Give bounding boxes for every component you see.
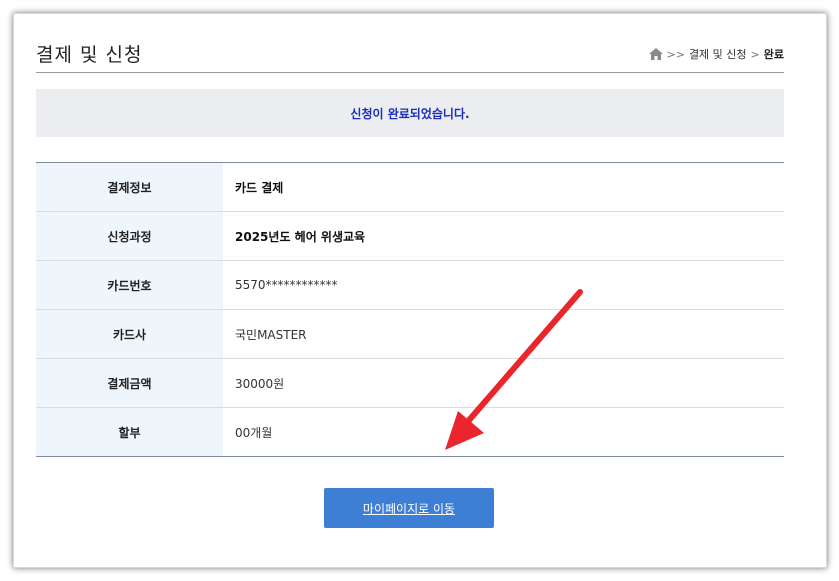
completion-notice: 신청이 완료되었습니다. [36, 89, 784, 137]
row-label-card-number: 카드번호 [36, 260, 223, 310]
row-label-course: 신청과정 [36, 211, 223, 261]
page-header: 결제 및 신청 >> 결제 및 신청 > 완료 [36, 36, 784, 73]
row-label-card-company: 카드사 [36, 309, 223, 359]
table-row: 결제금액 30000원 [36, 358, 784, 408]
row-label-payment-info: 결제정보 [36, 162, 223, 212]
breadcrumb-current: 완료 [763, 48, 784, 61]
row-value-payment-info: 카드 결제 [235, 180, 284, 195]
row-label-amount: 결제금액 [36, 358, 223, 408]
row-label-installment: 할부 [36, 407, 223, 457]
row-value-installment: 00개월 [223, 407, 784, 457]
home-icon[interactable] [648, 48, 663, 60]
breadcrumb-separator: > [750, 47, 760, 61]
breadcrumb: >> 결제 및 신청 > 완료 [648, 46, 784, 62]
row-value-course: 2025년도 헤어 위생교육 [223, 211, 784, 261]
payment-complete-panel: 결제 및 신청 >> 결제 및 신청 > 완료 신청이 완료되었습니다. 결제정… [13, 13, 827, 568]
table-row: 신청과정 2025년도 헤어 위생교육 [36, 211, 784, 261]
table-row: 할부 00개월 [36, 407, 784, 457]
row-value-card-company: 국민MASTER [223, 309, 784, 359]
payment-details-table: 결제정보 카드 결제 신청과정 2025년도 헤어 위생교육 카드번호 5570… [36, 162, 784, 457]
completion-message: 신청이 완료되었습니다. [350, 106, 470, 121]
breadcrumb-separator: >> [666, 47, 685, 61]
table-row: 카드번호 5570************ [36, 260, 784, 310]
row-value-card-number: 5570************ [223, 260, 784, 310]
row-value-amount: 30000원 [223, 358, 784, 408]
breadcrumb-section[interactable]: 결제 및 신청 [689, 46, 747, 62]
table-row: 결제정보 카드 결제 [36, 162, 784, 212]
go-to-mypage-button[interactable]: 마이페이지로 이동 [324, 488, 494, 528]
table-row: 카드사 국민MASTER [36, 309, 784, 359]
page-title: 결제 및 신청 [36, 44, 143, 66]
